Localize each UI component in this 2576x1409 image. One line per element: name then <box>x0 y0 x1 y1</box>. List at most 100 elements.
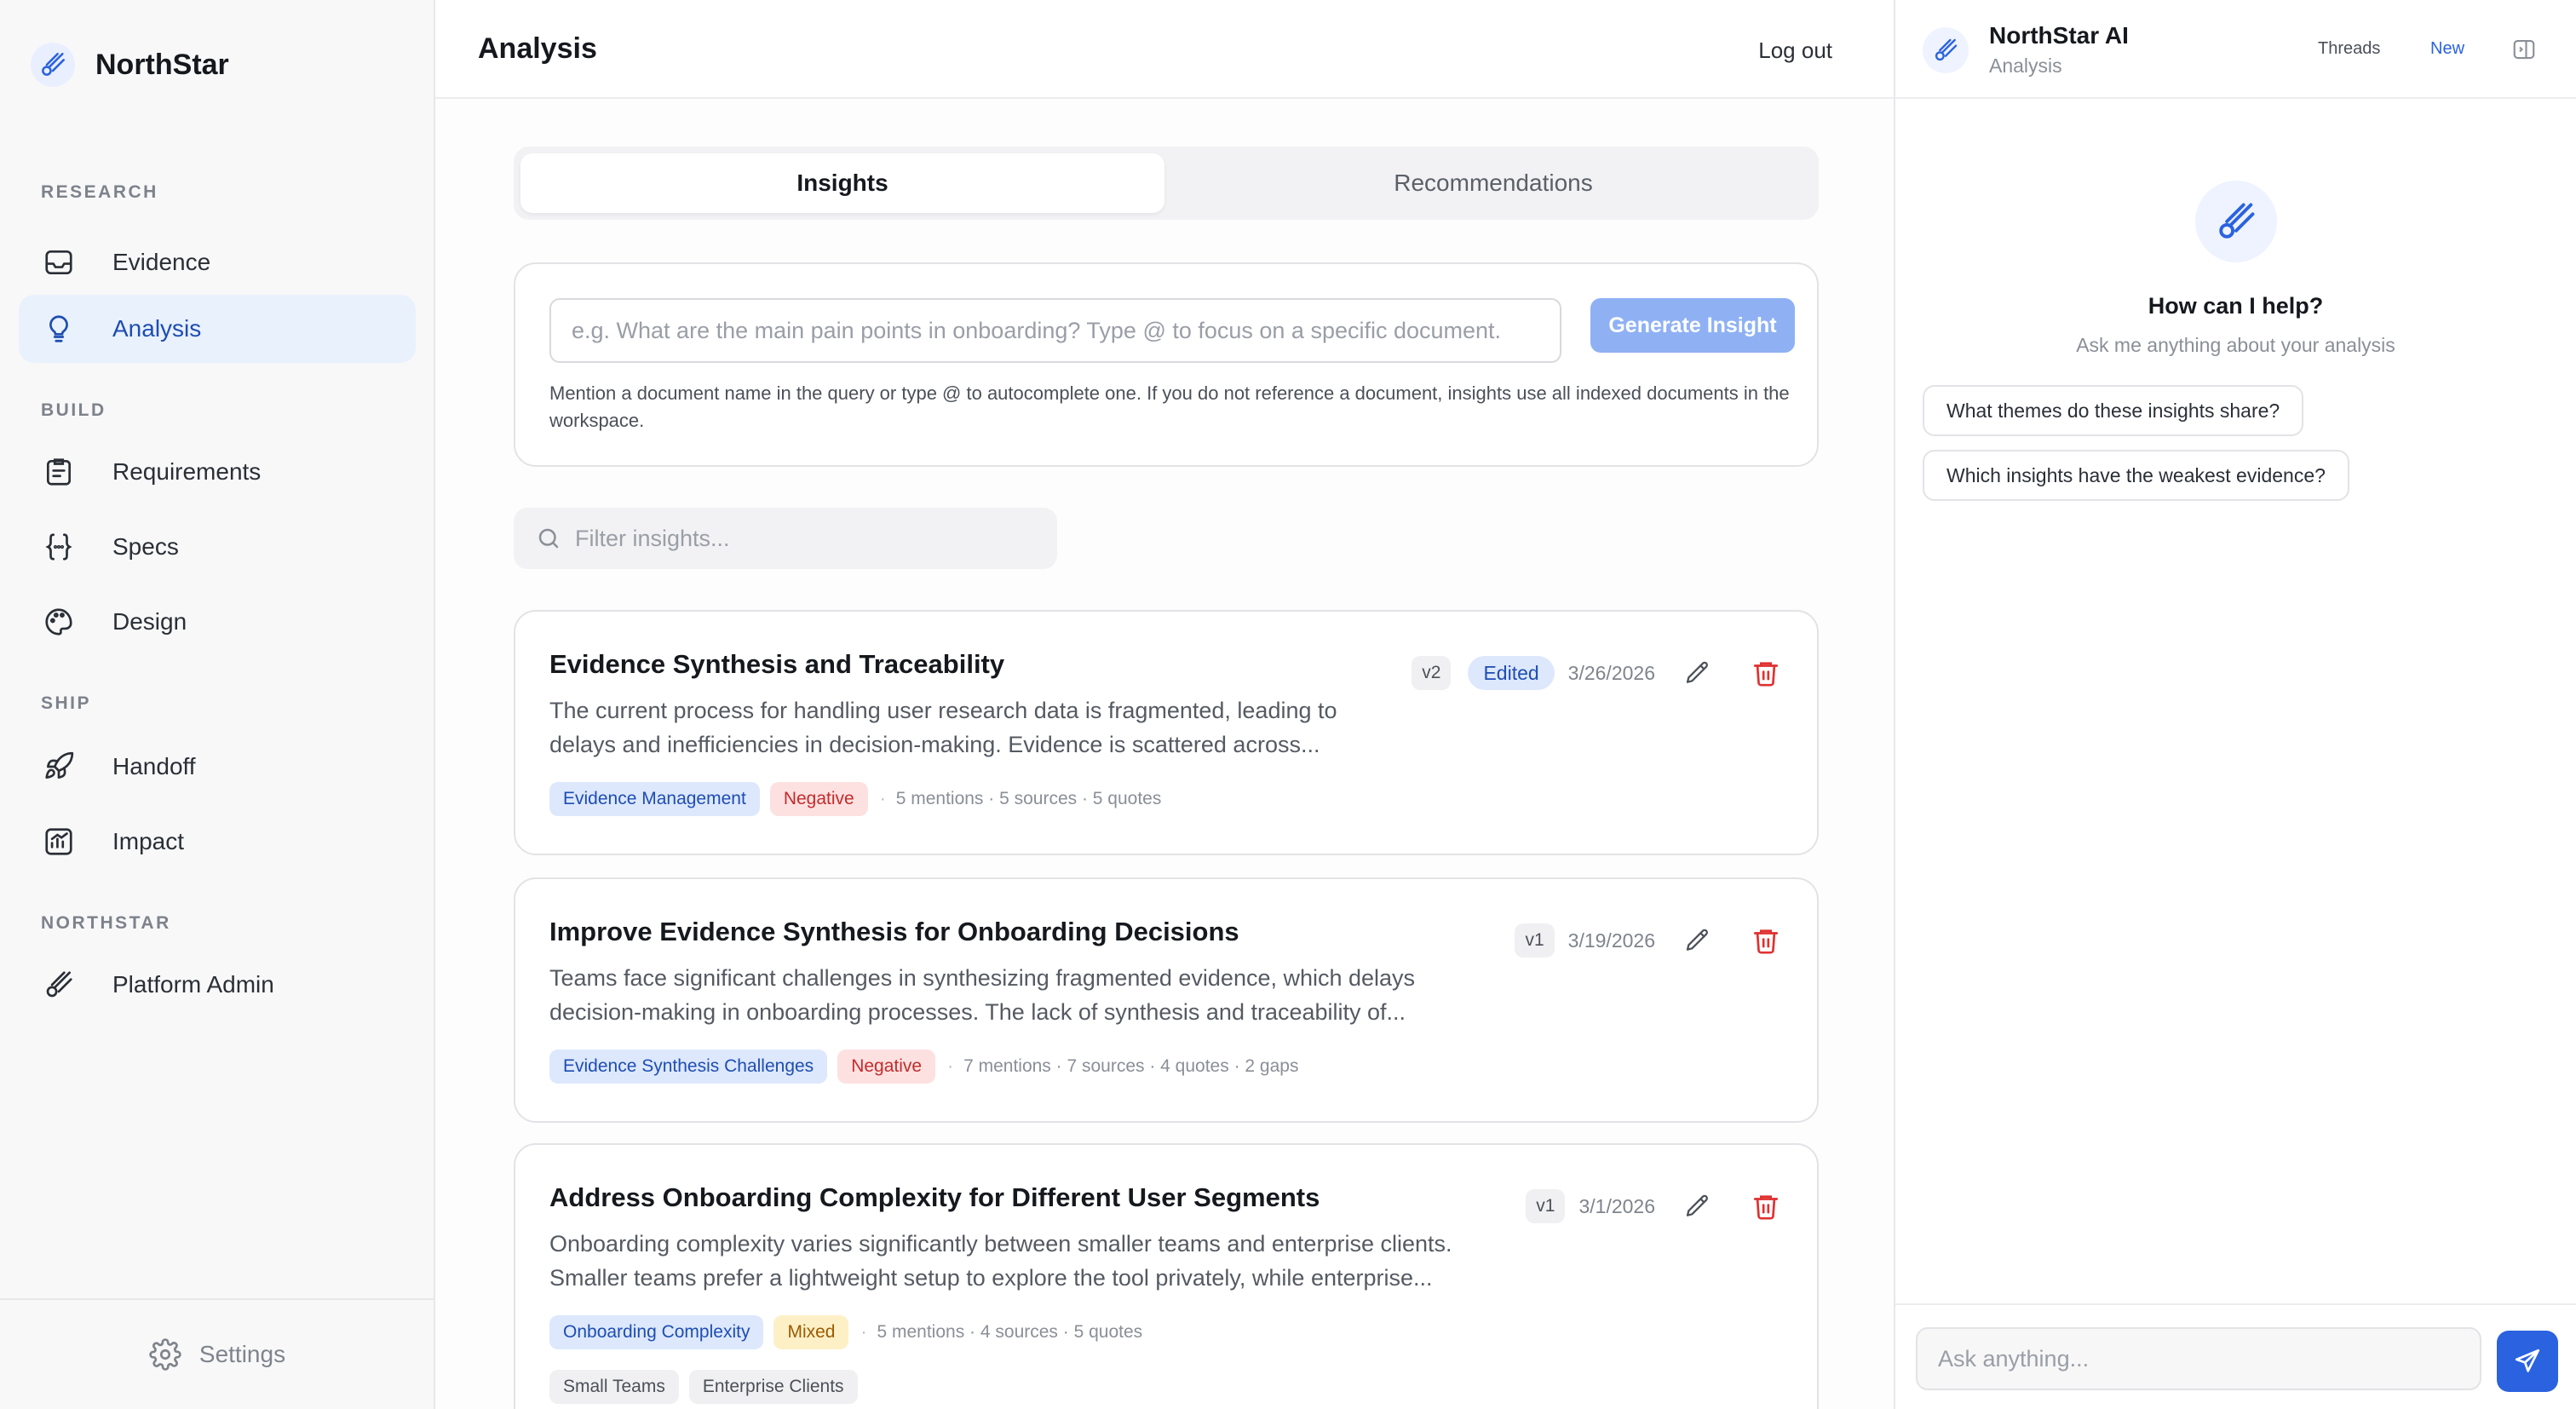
insight-card[interactable]: Evidence Synthesis and Traceability The … <box>514 610 1819 855</box>
edited-badge: Edited <box>1468 656 1555 690</box>
tab-insights[interactable]: Insights <box>520 153 1164 213</box>
generate-insight-button[interactable]: Generate Insight <box>1590 298 1795 353</box>
segment-tags: Small Teams Enterprise Clients <box>549 1370 858 1404</box>
insight-stats-text: 5 mentions · 5 sources · 5 quotes <box>895 789 1162 808</box>
rocket-icon <box>41 749 77 785</box>
sentiment-tag: Negative <box>837 1050 936 1084</box>
trash-icon[interactable] <box>1749 656 1783 690</box>
gear-icon <box>148 1337 182 1372</box>
braces-icon <box>41 529 77 565</box>
nav-section-ship: SHIP <box>41 693 92 713</box>
filter-insights-input[interactable] <box>575 525 1035 552</box>
tab-bar: Insights Recommendations <box>514 147 1819 220</box>
assistant-panel: NorthStar AI Analysis Threads New How ca… <box>1895 0 2576 1409</box>
sidebar-item-label: Specs <box>112 533 179 560</box>
search-icon <box>534 524 563 553</box>
insight-description: The current process for handling user re… <box>549 693 1337 762</box>
sidebar-item-label: Impact <box>112 828 185 854</box>
insight-query-input[interactable] <box>549 298 1561 363</box>
theme-tag: Onboarding Complexity <box>549 1315 764 1349</box>
insight-stats: · 5 mentions · 5 sources · 5 quotes <box>879 789 1162 808</box>
assistant-header: NorthStar AI Analysis Threads New <box>1895 0 2576 99</box>
new-thread-button[interactable]: New <box>2430 39 2464 59</box>
insight-date: 3/19/2026 <box>1567 929 1655 952</box>
trash-icon[interactable] <box>1749 1189 1783 1223</box>
logout-button[interactable]: Log out <box>1758 37 1832 64</box>
insight-desc-line: Teams face significant challenges in syn… <box>549 965 1416 991</box>
page-title: Analysis <box>478 32 597 65</box>
insight-desc-line: The current process for handling user re… <box>549 698 1337 723</box>
sidebar-item-label: Design <box>112 608 187 635</box>
insight-desc-line: Onboarding complexity varies significant… <box>549 1231 1452 1257</box>
sidebar-item-evidence[interactable]: Evidence <box>19 228 416 296</box>
insight-tags: Evidence Synthesis Challenges Negative ·… <box>549 1050 1298 1084</box>
lightbulb-icon <box>41 311 77 347</box>
insight-date: 3/26/2026 <box>1567 661 1655 684</box>
insight-card[interactable]: Address Onboarding Complexity for Differ… <box>514 1143 1819 1409</box>
insight-desc-line: decision-making in onboarding processes.… <box>549 999 1406 1025</box>
meteor-icon <box>41 967 77 1003</box>
suggestion-chip[interactable]: What themes do these insights share? <box>1923 385 2304 436</box>
suggestion-chip[interactable]: Which insights have the weakest evidence… <box>1923 450 2349 501</box>
sidebar-item-label: Handoff <box>112 753 196 779</box>
query-card: Generate Insight Mention a document name… <box>514 262 1819 467</box>
insight-date: 3/1/2026 <box>1578 1194 1655 1217</box>
meteor-icon <box>2195 181 2277 262</box>
insight-title: Evidence Synthesis and Traceability <box>549 649 1005 679</box>
sidebar-item-handoff[interactable]: Handoff <box>19 733 416 801</box>
version-badge: v2 <box>1412 656 1452 690</box>
insight-meta: v1 3/1/2026 <box>1526 1188 1783 1225</box>
settings-link[interactable]: Settings <box>0 1298 434 1409</box>
insight-stats: · 7 mentions · 7 sources · 4 quotes · 2 g… <box>947 1056 1299 1076</box>
brand[interactable]: NorthStar <box>31 43 229 87</box>
insight-desc-line: Smaller teams prefer a lightweight setup… <box>549 1265 1433 1291</box>
main-header: Analysis Log out <box>435 0 1894 99</box>
sidebar-item-analysis[interactable]: Analysis <box>19 295 416 363</box>
tab-recommendations[interactable]: Recommendations <box>1171 153 1815 213</box>
assistant-footer <box>1895 1303 2576 1409</box>
assistant-chat-input[interactable] <box>1916 1327 2481 1390</box>
pencil-icon[interactable] <box>1681 1189 1715 1223</box>
insight-title: Address Onboarding Complexity for Differ… <box>549 1182 1320 1212</box>
panel-toggle-icon[interactable] <box>2509 34 2539 65</box>
send-button[interactable] <box>2497 1331 2558 1392</box>
insight-title: Improve Evidence Synthesis for Onboardin… <box>549 917 1239 946</box>
pencil-icon[interactable] <box>1681 656 1715 690</box>
brand-name: NorthStar <box>95 48 229 81</box>
filter-bar <box>514 508 1057 569</box>
insight-desc-line: delays and inefficiencies in decision-ma… <box>549 732 1320 757</box>
sentiment-tag: Mixed <box>773 1315 849 1349</box>
version-badge: v1 <box>1515 923 1555 958</box>
inbox-icon <box>41 244 77 280</box>
sidebar-item-requirements[interactable]: Requirements <box>19 438 416 506</box>
trash-icon[interactable] <box>1749 923 1783 958</box>
insight-description: Teams face significant challenges in syn… <box>549 961 1415 1029</box>
sidebar-item-label: Analysis <box>112 315 202 342</box>
pencil-icon[interactable] <box>1681 923 1715 958</box>
sentiment-tag: Negative <box>769 782 868 816</box>
insight-card[interactable]: Improve Evidence Synthesis for Onboardin… <box>514 877 1819 1123</box>
main-content: Analysis Log out Insights Recommendation… <box>435 0 1895 1409</box>
assistant-help-subtitle: Ask me anything about your analysis <box>2076 334 2395 356</box>
insight-stats-text: 5 mentions · 4 sources · 5 quotes <box>877 1322 1143 1342</box>
sidebar-item-platform-admin[interactable]: Platform Admin <box>19 951 416 1019</box>
chart-line-icon <box>41 824 77 860</box>
sidebar-item-label: Requirements <box>112 458 262 485</box>
send-icon <box>2513 1347 2542 1376</box>
sidebar-item-specs[interactable]: Specs <box>19 513 416 581</box>
sidebar-item-impact[interactable]: Impact <box>19 808 416 876</box>
insight-stats-text: 7 mentions · 7 sources · 4 quotes · 2 ga… <box>963 1056 1299 1076</box>
sidebar-item-label: Evidence <box>112 249 211 275</box>
insight-meta: v1 3/19/2026 <box>1515 922 1783 959</box>
query-help-text: Mention a document name in the query or … <box>549 382 1790 431</box>
sidebar-item-design[interactable]: Design <box>19 588 416 656</box>
nav-section-northstar: NORTHSTAR <box>41 913 171 933</box>
threads-button[interactable]: Threads <box>2318 39 2380 59</box>
nav-section-research: RESEARCH <box>41 182 158 202</box>
app-root: NorthStar RESEARCH Evidence Analysis BUI… <box>0 0 2576 1409</box>
insight-meta: v2 Edited 3/26/2026 <box>1412 654 1783 692</box>
settings-label: Settings <box>198 1341 286 1367</box>
nav-section-build: BUILD <box>41 400 106 420</box>
assistant-help-title: How can I help? <box>2148 293 2324 319</box>
clipboard-list-icon <box>41 454 77 490</box>
